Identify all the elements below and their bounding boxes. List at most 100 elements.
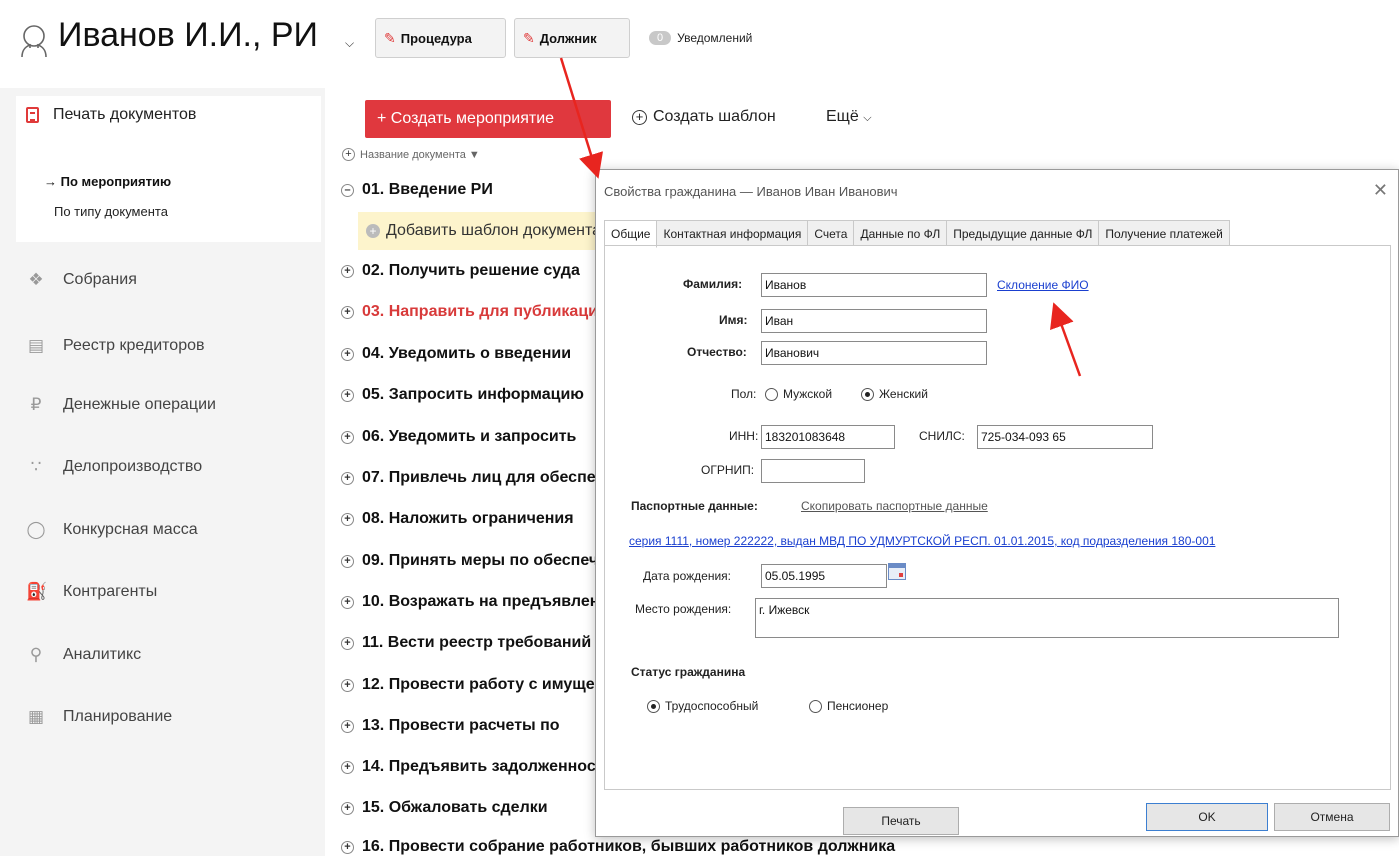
expand-icon[interactable]: + [341, 430, 354, 444]
surname-field[interactable]: Иванов [761, 273, 987, 297]
list-item[interactable]: +13. Провести расчеты по [341, 717, 596, 735]
list-item[interactable]: +11. Вести реестр требований [341, 634, 596, 652]
birth-place-field[interactable]: г. Ижевск [755, 598, 1339, 638]
search-icon: ⚲ [29, 645, 43, 664]
expand-icon[interactable]: + [341, 347, 354, 361]
create-template-button[interactable]: + Создать шаблон [632, 108, 776, 126]
sidebar-item-counterparties[interactable]: ⛽ Контрагенты [26, 582, 157, 602]
passport-data-link[interactable]: серия 1111, номер 222222, выдан МВД ПО У… [629, 534, 1215, 548]
expand-icon[interactable]: + [341, 554, 354, 568]
sidebar-item-label: Конкурсная масса [63, 521, 198, 538]
list-item[interactable]: +06. Уведомить и запросить [341, 428, 596, 446]
status-pensioner-radio[interactable]: Пенсионер [809, 699, 888, 713]
list-item[interactable]: +10. Возражать на предъявленные [341, 593, 596, 611]
list-item[interactable]: – 01. Введение РИ [341, 181, 596, 199]
list-item[interactable]: +08. Наложить ограничения [341, 510, 596, 528]
sidebar-item-assets[interactable]: ◯ Конкурсная масса [26, 520, 198, 540]
name-label: Имя: [719, 313, 748, 327]
expand-icon[interactable]: + [341, 512, 354, 526]
plus-circle-icon: + [366, 224, 380, 238]
chevron-down-icon[interactable]: ⌵ [345, 36, 354, 51]
sex-female-radio[interactable]: Женский [861, 387, 928, 401]
sidebar-item-records[interactable]: ∵ Делопроизводство [26, 457, 203, 477]
passport-label: Паспортные данные: [631, 499, 758, 513]
ogrnip-field[interactable] [761, 459, 865, 483]
sidebar-item-creditors[interactable]: ▤ Реестр кредиторов [26, 336, 205, 356]
list-item[interactable]: +04. Уведомить о введении [341, 345, 596, 363]
sidebar-item-print-docs[interactable]: Печать документов [26, 106, 196, 124]
list-item[interactable]: +09. Принять меры по обеспечению [341, 552, 596, 570]
create-event-label: + Создать мероприятие [377, 110, 555, 127]
expand-icon[interactable]: + [341, 305, 354, 319]
tab-previous-data[interactable]: Предыдущие данные ФЛ [947, 220, 1100, 246]
debtor-button[interactable]: ✎ Должник [514, 18, 630, 58]
declension-link[interactable]: Склонение ФИО [997, 278, 1089, 292]
handshake-icon: ❖ [28, 270, 44, 289]
expand-icon[interactable]: + [341, 840, 354, 854]
app-header: Иванов И.И., РИ ⌵ ✎ Процедура ✎ Должник … [0, 0, 1399, 88]
calendar-icon: ▦ [27, 707, 45, 726]
patronymic-field[interactable]: Иванович [761, 341, 987, 365]
list-item[interactable]: +05. Запросить информацию [341, 386, 596, 404]
list-item[interactable]: +15. Обжаловать сделки [341, 799, 596, 817]
list-item[interactable]: +16. Провести собрание работников, бывши… [341, 838, 895, 856]
more-dropdown[interactable]: Ещё ⌵ [826, 108, 872, 126]
ogrnip-label: ОГРНИП: [701, 463, 755, 477]
expand-all-icon[interactable]: + [342, 148, 355, 161]
expand-icon[interactable]: + [341, 760, 354, 774]
sidebar-item-label: Собрания [63, 271, 137, 288]
surname-label: Фамилия: [683, 277, 743, 291]
tab-accounts[interactable]: Счета [808, 220, 855, 246]
expand-icon[interactable]: + [341, 595, 354, 609]
create-event-button[interactable]: + Создать мероприятие [365, 100, 611, 138]
sidebar-item-money[interactable]: ₽ Денежные операции [26, 395, 216, 415]
debtor-label: Должник [539, 30, 597, 46]
copy-passport-link[interactable]: Скопировать паспортные данные [801, 499, 988, 513]
close-icon[interactable]: ✕ [1373, 180, 1388, 201]
tab-person-data[interactable]: Данные по ФЛ [854, 220, 948, 246]
expand-icon[interactable]: + [341, 636, 354, 650]
user-name[interactable]: Иванов И.И., РИ [58, 16, 318, 55]
sidebar-item-planning[interactable]: ▦ Планирование [26, 707, 172, 727]
list-item[interactable]: +14. Предъявить задолженность [341, 758, 596, 776]
status-able-radio[interactable]: Трудоспособный [647, 699, 758, 713]
list-item[interactable]: +07. Привлечь лиц для обеспечения [341, 469, 596, 487]
expand-icon[interactable]: + [341, 264, 354, 278]
column-header[interactable]: + Название документа ▼ [342, 148, 480, 161]
ok-button[interactable]: OK [1146, 803, 1268, 831]
expand-icon[interactable]: + [341, 678, 354, 692]
sidebar-item-analytics[interactable]: ⚲ Аналитикс [26, 645, 141, 665]
sex-male-radio[interactable]: Мужской [765, 387, 832, 401]
calendar-icon[interactable] [888, 563, 906, 580]
birth-date-field[interactable]: 05.05.1995 [761, 564, 887, 588]
procedure-button[interactable]: ✎ Процедура [375, 18, 506, 58]
sidebar-item-meetings[interactable]: ❖ Собрания [26, 270, 137, 290]
expand-icon[interactable]: + [341, 471, 354, 485]
add-template-item[interactable]: + Добавить шаблон документа [358, 212, 596, 250]
inn-field[interactable]: 183201083648 [761, 425, 895, 449]
user-icon [21, 25, 47, 58]
expand-icon[interactable]: + [341, 719, 354, 733]
patronymic-label: Отчество: [687, 345, 747, 359]
expand-icon[interactable]: + [341, 388, 354, 402]
name-field[interactable]: Иван [761, 309, 987, 333]
sidebar: Печать документов → По мероприятию По ти… [0, 88, 325, 856]
tab-contacts[interactable]: Контактная информация [657, 220, 809, 246]
list-item[interactable]: +03. Направить для публикации [341, 303, 596, 321]
citizen-properties-dialog: Свойства гражданина — Иванов Иван Иванов… [595, 169, 1399, 837]
snils-field[interactable]: 725-034-093 65 [977, 425, 1153, 449]
tab-payments[interactable]: Получение платежей [1099, 220, 1230, 246]
bank-icon: ⛽ [26, 582, 48, 601]
print-button[interactable]: Печать [843, 807, 959, 835]
list-item[interactable]: +02. Получить решение суда [341, 262, 596, 280]
tab-general[interactable]: Общие [604, 220, 658, 248]
collapse-icon[interactable]: – [341, 183, 354, 197]
more-label: Ещё [826, 108, 859, 125]
create-template-label: Создать шаблон [653, 108, 776, 125]
list-item[interactable]: +12. Провести работу с имуществом [341, 676, 596, 694]
cancel-button[interactable]: Отмена [1274, 803, 1390, 831]
subnav-by-doc-type[interactable]: По типу документа [54, 204, 168, 219]
expand-icon[interactable]: + [341, 801, 354, 815]
notifications[interactable]: 0 Уведомлений [649, 31, 752, 45]
subnav-by-event[interactable]: → По мероприятию [44, 174, 171, 189]
